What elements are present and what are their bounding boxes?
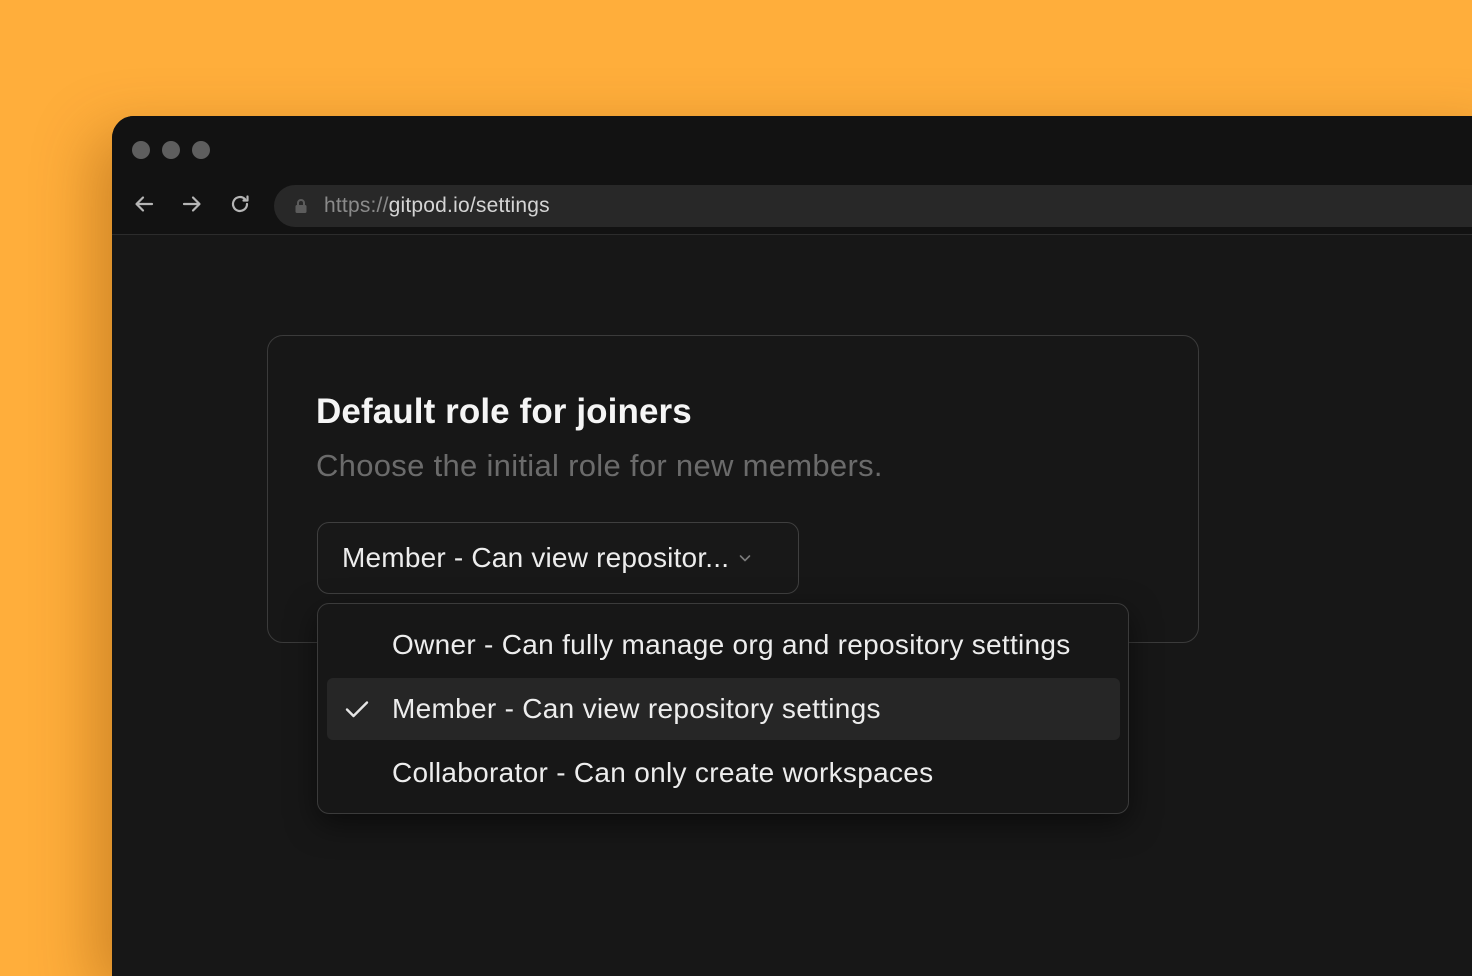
role-option-label: Collaborator - Can only create workspace… xyxy=(392,757,934,788)
address-bar[interactable]: https://gitpod.io/settings xyxy=(274,185,1472,227)
role-dropdown-menu: Owner - Can fully manage org and reposit… xyxy=(317,603,1129,814)
role-option-label: Member - Can view repository settings xyxy=(392,693,881,724)
close-window-dot[interactable] xyxy=(132,141,150,159)
navigation-controls xyxy=(132,192,252,216)
back-button[interactable] xyxy=(132,192,156,216)
card-title: Default role for joiners xyxy=(316,392,692,431)
role-option-collaborator[interactable]: Collaborator - Can only create workspace… xyxy=(327,742,1120,804)
window-controls xyxy=(132,141,210,159)
role-option-owner[interactable]: Owner - Can fully manage org and reposit… xyxy=(327,614,1120,676)
maximize-window-dot[interactable] xyxy=(192,141,210,159)
role-option-member[interactable]: Member - Can view repository settings xyxy=(327,678,1120,740)
url-host-path: gitpod.io/settings xyxy=(388,194,550,217)
url-text: https://gitpod.io/settings xyxy=(324,194,550,218)
url-protocol: https:// xyxy=(324,194,389,217)
forward-button[interactable] xyxy=(180,192,204,216)
reload-icon xyxy=(231,195,249,213)
reload-button[interactable] xyxy=(228,192,252,216)
minimize-window-dot[interactable] xyxy=(162,141,180,159)
arrow-right-icon xyxy=(182,196,201,212)
role-option-label: Owner - Can fully manage org and reposit… xyxy=(392,629,1071,660)
chevron-down-icon xyxy=(737,550,753,566)
role-select-value: Member - Can view repositor... xyxy=(342,542,730,573)
arrow-left-icon xyxy=(135,196,154,212)
browser-window: https://gitpod.io/settings Default role … xyxy=(112,116,1472,976)
role-select[interactable]: Member - Can view repositor... xyxy=(317,522,799,594)
default-role-card: Default role for joiners Choose the init… xyxy=(267,335,1199,643)
check-icon xyxy=(343,695,371,723)
lock-icon xyxy=(294,198,308,214)
browser-titlebar: https://gitpod.io/settings xyxy=(112,116,1472,235)
card-subtitle: Choose the initial role for new members. xyxy=(316,448,883,483)
